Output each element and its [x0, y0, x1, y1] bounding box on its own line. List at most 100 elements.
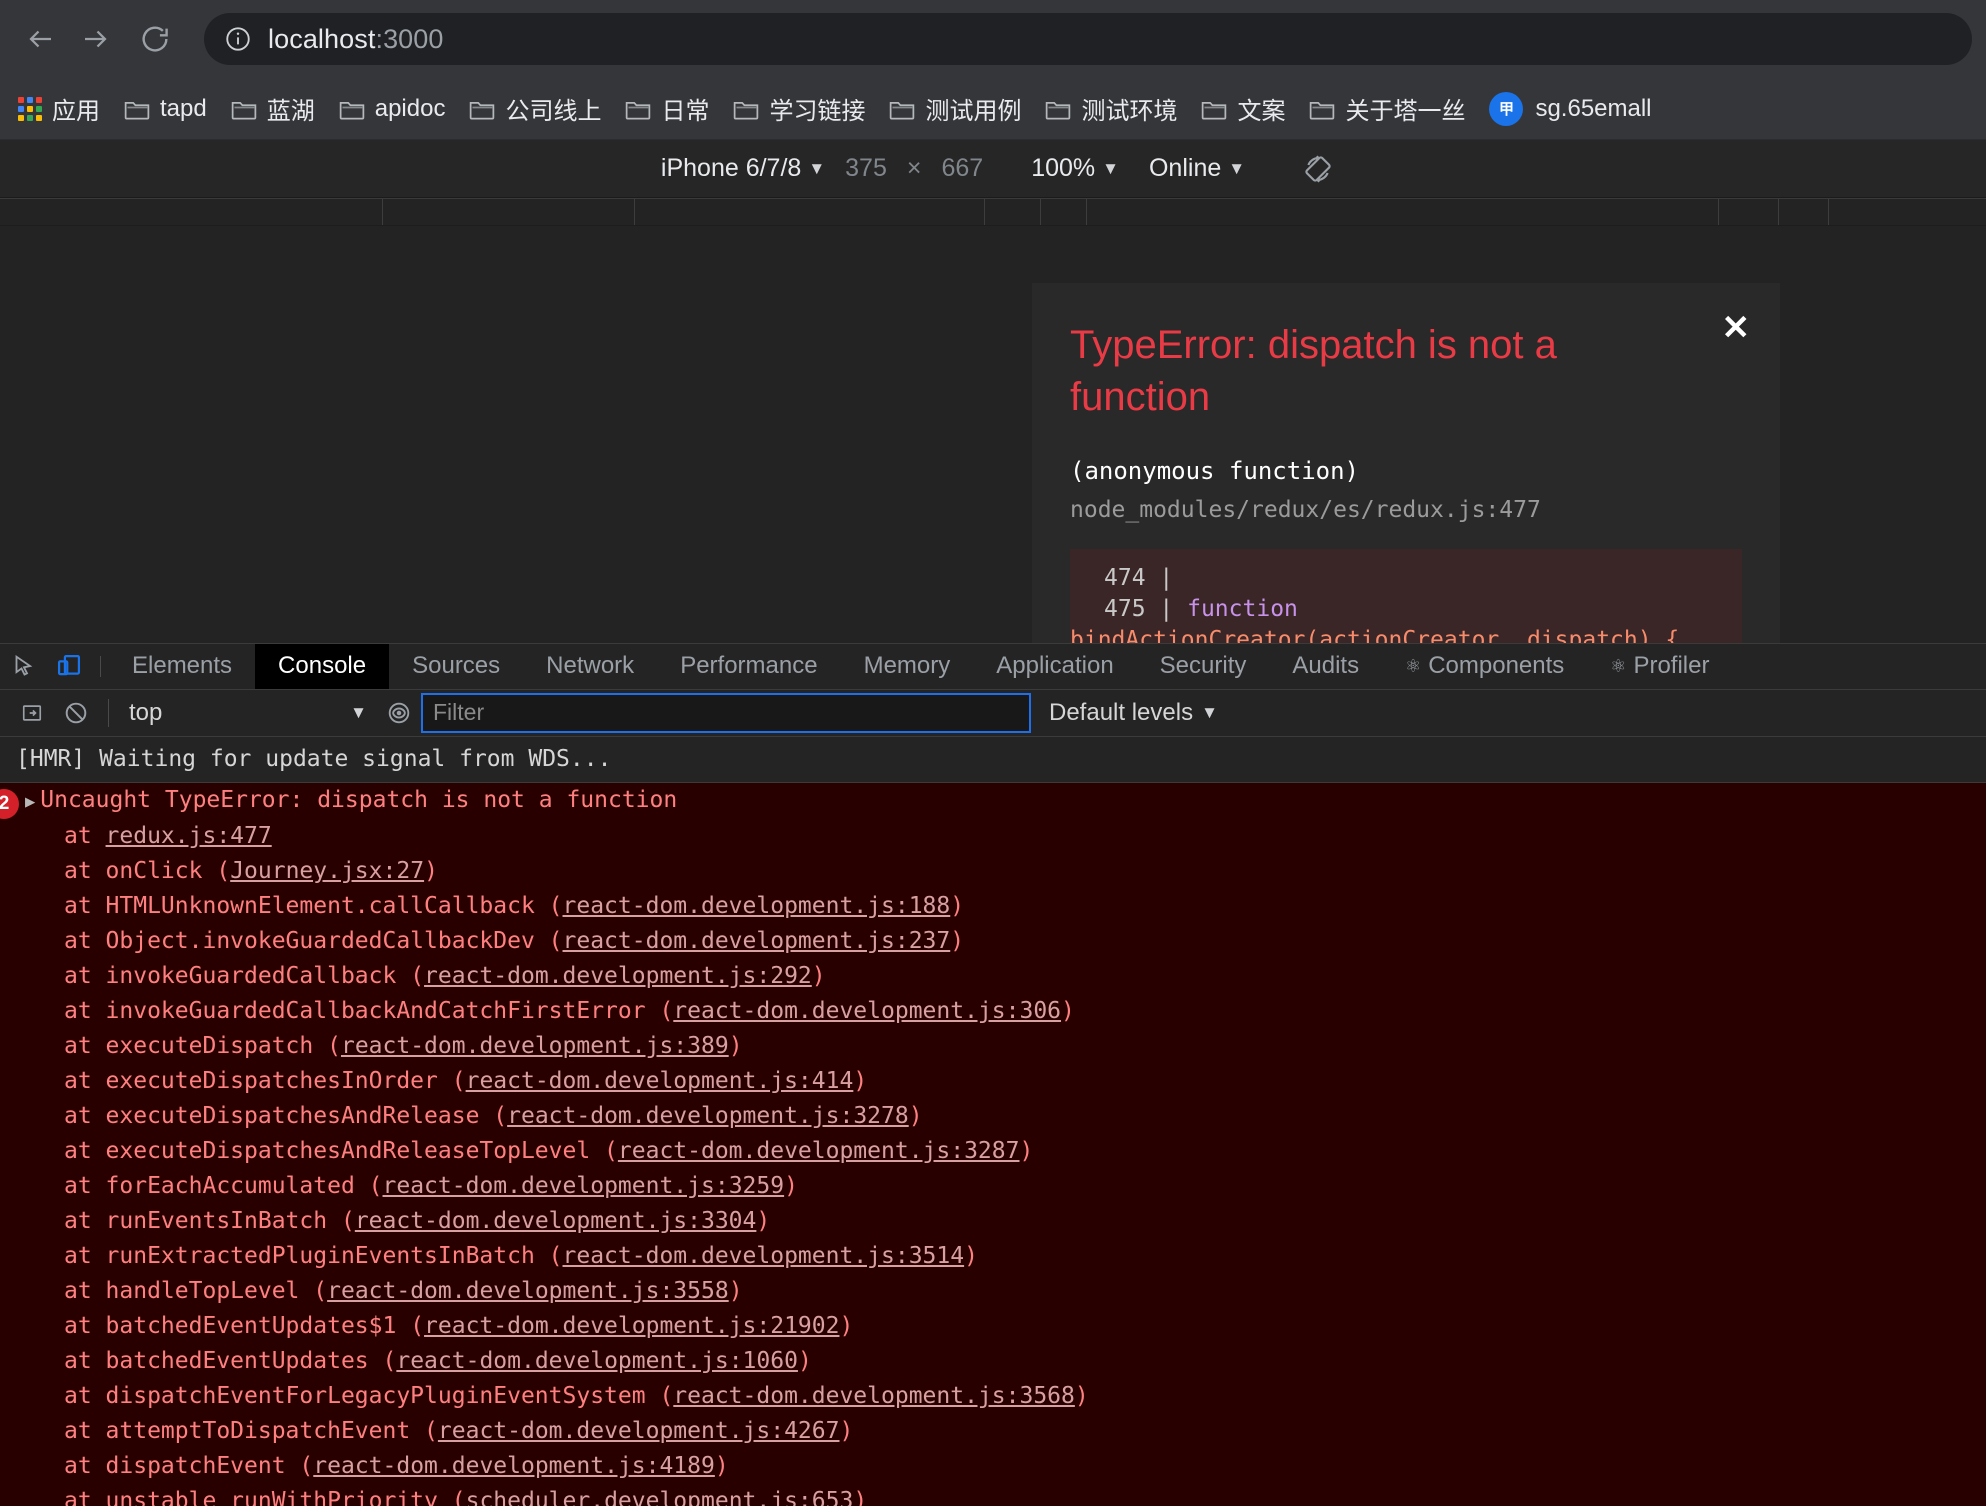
tab-label: Memory [863, 652, 951, 680]
bookmark-label: 测试环境 [1081, 98, 1178, 125]
bookmark-label: 应用 [52, 98, 100, 125]
folder-icon [231, 98, 257, 120]
stack-frame[interactable]: at executeDispatch (react-dom.developmen… [0, 1029, 1986, 1064]
stack-frame[interactable]: at invokeGuardedCallbackAndCatchFirstErr… [0, 994, 1986, 1029]
folder-icon [124, 98, 150, 120]
bookmark-label: apidoc [374, 94, 446, 122]
stack-frame[interactable]: at onClick (Journey.jsx:27) [0, 854, 1986, 889]
live-expression-icon[interactable] [377, 691, 421, 735]
stack-frame[interactable]: at dispatchEvent (react-dom.development.… [0, 1449, 1986, 1484]
bookmark-label: 蓝湖 [266, 98, 315, 125]
folder-icon [1045, 98, 1071, 120]
stack-frame[interactable]: at batchedEventUpdates$1 (react-dom.deve… [0, 1309, 1986, 1344]
console-levels-select[interactable]: Default levels ▼ [1049, 699, 1218, 727]
react-error-overlay: ✕ TypeError: dispatch is not a function … [1032, 283, 1780, 643]
forward-arrow-icon[interactable] [68, 12, 122, 66]
bookmark-apps[interactable]: 应用 [6, 85, 112, 132]
stack-frame[interactable]: at executeDispatchesAndRelease (react-do… [0, 1099, 1986, 1134]
device-ruler [0, 198, 1986, 226]
reload-icon[interactable] [128, 12, 182, 66]
bookmark-lanhu[interactable]: 蓝湖 [219, 85, 327, 132]
stack-frame[interactable]: at runEventsInBatch (react-dom.developme… [0, 1204, 1986, 1239]
rotate-device-icon[interactable] [1301, 152, 1335, 186]
stack-frame[interactable]: at dispatchEventForLegacyPluginEventSyst… [0, 1379, 1986, 1414]
address-bar[interactable]: localhost:3000 [204, 13, 1972, 65]
tab-elements[interactable]: Elements [109, 644, 255, 689]
tab-components[interactable]: ⚛ Components [1382, 644, 1587, 689]
address-bar-text: localhost:3000 [268, 23, 444, 54]
stack-frame[interactable]: at HTMLUnknownElement.callCallback (reac… [0, 889, 1986, 924]
execution-context-select[interactable]: top ▼ [119, 693, 377, 733]
tab-memory[interactable]: Memory [841, 644, 974, 689]
stack-frame[interactable]: at attemptToDispatchEvent (react-dom.dev… [0, 1414, 1986, 1449]
folder-icon [733, 98, 759, 120]
bookmark-company-online[interactable]: 公司线上 [457, 85, 613, 132]
close-icon[interactable]: ✕ [1722, 311, 1751, 345]
tab-console[interactable]: Console [255, 644, 390, 689]
back-arrow-icon[interactable] [14, 12, 68, 66]
error-frame-file[interactable]: node_modules/redux/es/redux.js:477 [1070, 497, 1742, 523]
bookmark-apidoc[interactable]: apidoc [327, 89, 458, 129]
info-circle-icon[interactable] [224, 25, 252, 53]
chevron-down-icon: ▼ [350, 703, 367, 723]
device-zoom-select[interactable]: 100% ▼ [1021, 154, 1129, 183]
console-message-info: [HMR] Waiting for update signal from WDS… [0, 736, 1986, 783]
tab-audits[interactable]: Audits [1269, 644, 1382, 689]
expand-arrow-icon[interactable]: ▶ [25, 793, 35, 811]
device-height-input[interactable]: 667 [931, 154, 993, 183]
page-viewport: ✕ TypeError: dispatch is not a function … [0, 198, 1986, 643]
console-output[interactable]: [HMR] Waiting for update signal from WDS… [0, 736, 1986, 1506]
bookmark-label: tapd [160, 94, 207, 122]
bookmark-label: 日常 [661, 98, 710, 125]
bookmark-about-tayisi[interactable]: 关于塔一丝 [1297, 85, 1477, 132]
tab-sources[interactable]: Sources [389, 644, 523, 689]
stack-frame[interactable]: at executeDispatchesAndReleaseTopLevel (… [0, 1134, 1986, 1169]
device-select-label: iPhone 6/7/8 [660, 154, 802, 182]
folder-icon [889, 98, 915, 120]
bookmark-copywriting[interactable]: 文案 [1189, 85, 1297, 132]
tab-profiler[interactable]: ⚛ Profiler [1587, 644, 1732, 689]
stack-frame[interactable]: at redux.js:477 [0, 819, 1986, 854]
device-width-input[interactable]: 375 [835, 154, 897, 183]
console-error-title: Uncaught TypeError: dispatch is not a fu… [40, 786, 678, 813]
browser-chrome: localhost:3000 应用 tapd 蓝湖 apidoc 公司线上 日常… [0, 0, 1986, 140]
show-console-sidebar-icon[interactable] [10, 691, 54, 735]
bookmark-study-links[interactable]: 学习链接 [721, 85, 877, 132]
tab-security[interactable]: Security [1137, 644, 1270, 689]
device-select[interactable]: iPhone 6/7/8 ▼ [651, 154, 835, 183]
bookmark-sg-65emall[interactable]: 甲 sg.65emall [1477, 86, 1663, 132]
console-error-header[interactable]: 2 ▶ Uncaught TypeError: dispatch is not … [0, 786, 1986, 819]
bookmark-label: sg.65emall [1535, 94, 1652, 122]
execution-context-label: top [129, 698, 163, 726]
stack-frame[interactable]: at runExtractedPluginEventsInBatch (reac… [0, 1239, 1986, 1274]
folder-icon [339, 98, 365, 120]
tab-performance[interactable]: Performance [657, 644, 840, 689]
network-throttling-select[interactable]: Online ▼ [1139, 154, 1255, 183]
bookmark-daily[interactable]: 日常 [613, 85, 721, 132]
inspect-element-icon[interactable] [0, 644, 46, 689]
devtools-panel: Elements Console Sources Network Perform… [0, 643, 1986, 1506]
tab-network[interactable]: Network [523, 644, 657, 689]
console-message-error[interactable]: 2 ▶ Uncaught TypeError: dispatch is not … [0, 782, 1986, 1506]
stack-frame[interactable]: at unstable_runWithPriority (scheduler.d… [0, 1484, 1986, 1506]
stack-frame[interactable]: at Object.invokeGuardedCallbackDev (reac… [0, 924, 1986, 959]
stack-frame[interactable]: at handleTopLevel (react-dom.development… [0, 1274, 1986, 1309]
console-filter-input[interactable] [421, 692, 1031, 733]
bookmark-label: 文案 [1237, 98, 1286, 125]
code-line: bindActionCreator(actionCreator, dispatc… [1070, 627, 1680, 643]
tab-label: Components [1428, 652, 1565, 680]
folder-icon [469, 98, 495, 120]
stack-frame[interactable]: at forEachAccumulated (react-dom.develop… [0, 1169, 1986, 1204]
stack-frame[interactable]: at invokeGuardedCallback (react-dom.deve… [0, 959, 1986, 994]
folder-icon [1309, 98, 1335, 120]
tab-application[interactable]: Application [973, 644, 1136, 689]
bookmark-test-env[interactable]: 测试环境 [1033, 85, 1189, 132]
bookmark-test-cases[interactable]: 测试用例 [877, 85, 1033, 132]
stack-frame[interactable]: at executeDispatchesInOrder (react-dom.d… [0, 1064, 1986, 1099]
bookmark-tapd[interactable]: tapd [112, 89, 219, 129]
plugin-icon: ⚛ [1405, 655, 1422, 676]
browser-toolbar: localhost:3000 [0, 0, 1986, 78]
clear-console-icon[interactable] [54, 691, 98, 735]
stack-frame[interactable]: at batchedEventUpdates (react-dom.develo… [0, 1344, 1986, 1379]
toggle-device-toolbar-icon[interactable] [46, 644, 92, 689]
